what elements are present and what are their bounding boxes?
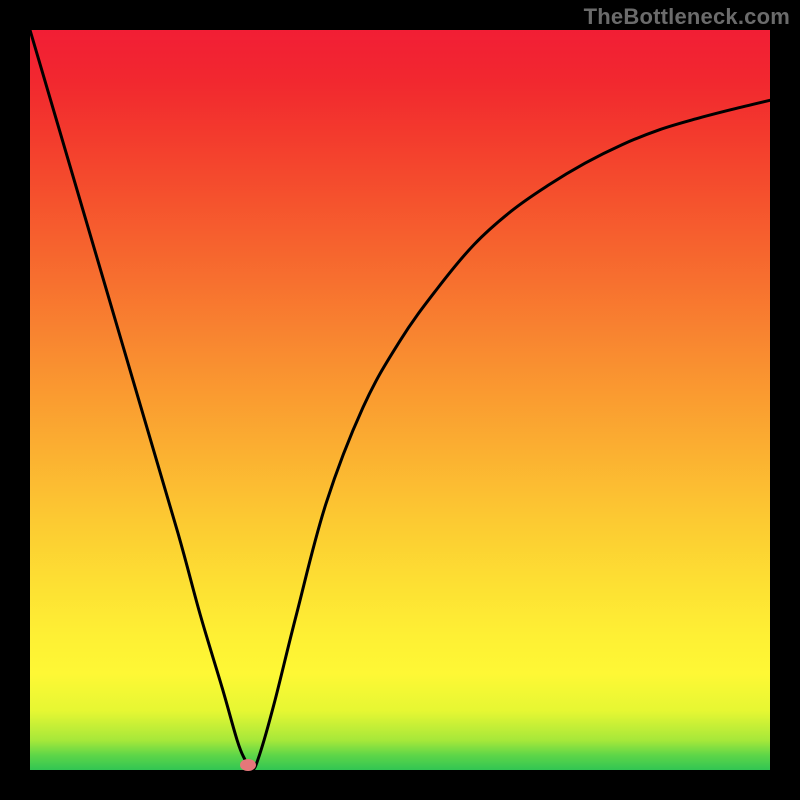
bottleneck-curve — [30, 30, 770, 770]
watermark-label: TheBottleneck.com — [584, 4, 790, 30]
optimum-marker — [240, 759, 256, 771]
chart-frame: TheBottleneck.com — [0, 0, 800, 800]
plot-area — [30, 30, 770, 770]
